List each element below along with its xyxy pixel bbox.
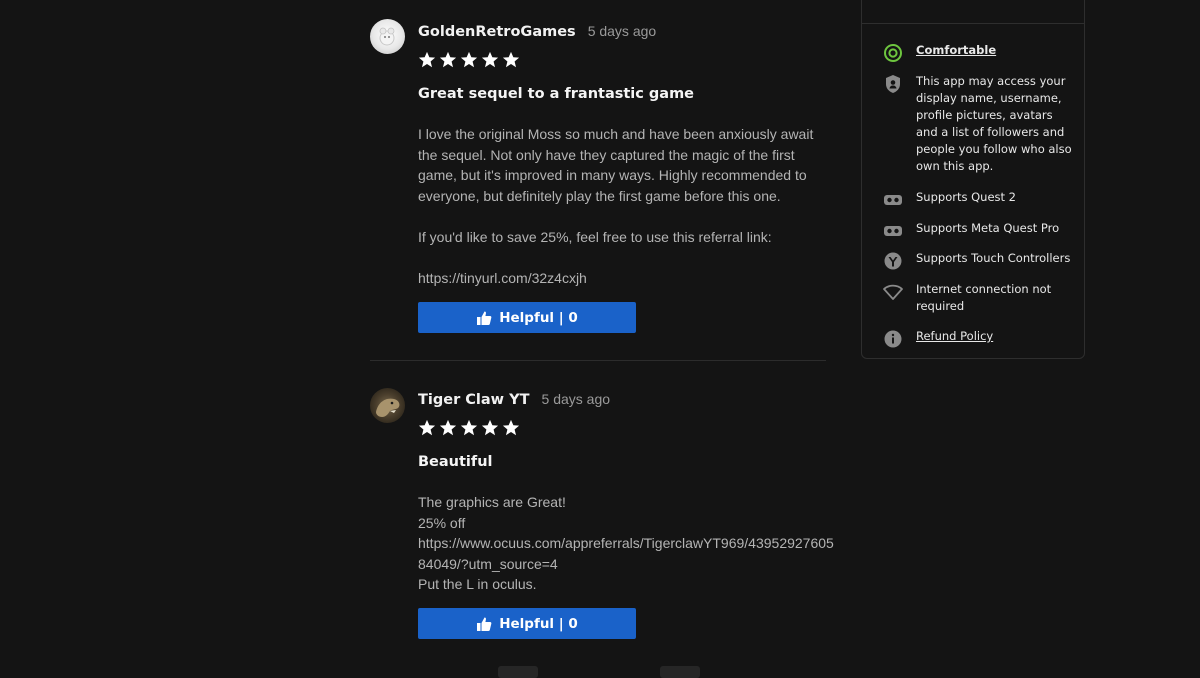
panel-divider (862, 23, 1084, 24)
review-title: Great sequel to a frantastic game (418, 86, 695, 102)
star-icon (502, 419, 520, 436)
pagination-button[interactable] (660, 666, 700, 678)
vr-headset-icon (884, 226, 902, 236)
refund-policy-link[interactable]: Refund Policy (916, 328, 1076, 345)
star-icon (481, 51, 499, 68)
avatar[interactable] (370, 388, 405, 423)
info-icon (884, 330, 902, 348)
review-title: Beautiful (418, 454, 493, 470)
star-icon (481, 419, 499, 436)
helpful-label: Helpful | 0 (499, 615, 578, 632)
supports-touch: Supports Touch Controllers (916, 251, 1071, 265)
app-details-panel: Comfortable This app may access your dis… (861, 0, 1085, 359)
pagination-button[interactable] (498, 666, 538, 678)
supports-quest-pro: Supports Meta Quest Pro (916, 221, 1060, 235)
thumbs-up-icon (477, 311, 492, 325)
thumbs-up-icon (477, 617, 492, 631)
star-icon (502, 51, 520, 68)
star-icon (418, 51, 436, 68)
touch-controller-icon (884, 252, 902, 270)
review-author[interactable]: Tiger Claw YT 5 days ago (418, 391, 610, 408)
review-date: 5 days ago (587, 23, 657, 39)
author-name[interactable]: Tiger Claw YT (418, 392, 530, 408)
author-name[interactable]: GoldenRetroGames (418, 24, 576, 40)
review-paragraph: If you'd like to save 25%, feel free to … (418, 228, 772, 245)
review-link: https://www.ocuus.com/appreferrals/Tiger… (418, 535, 834, 551)
star-icon (460, 51, 478, 68)
review-link: https://tinyurl.com/32z4cxjh (418, 269, 587, 286)
star-icon (418, 419, 436, 436)
helpful-button[interactable]: Helpful | 0 (418, 608, 636, 639)
star-icon (460, 419, 478, 436)
comfortable-ring-icon (884, 44, 902, 62)
wifi-off-icon (883, 284, 903, 300)
comfort-link[interactable]: Comfortable (916, 42, 1076, 59)
star-icon (439, 51, 457, 68)
review-paragraph: I love the original Moss so much and hav… (418, 126, 814, 204)
star-icon (439, 419, 457, 436)
review-body: The graphics are Great! 25% off https://… (418, 492, 834, 595)
review-date: 5 days ago (541, 391, 611, 407)
supports-quest2: Supports Quest 2 (916, 190, 1016, 204)
review-divider (370, 360, 826, 361)
review-body: I love the original Moss so much and hav… (418, 124, 833, 288)
vr-headset-icon (884, 195, 902, 205)
helpful-label: Helpful | 0 (499, 309, 578, 326)
helpful-button[interactable]: Helpful | 0 (418, 302, 636, 333)
star-rating (418, 419, 520, 437)
review-line: 25% off (418, 514, 466, 531)
review-line: The graphics are Great! (418, 494, 566, 510)
review-author[interactable]: GoldenRetroGames 5 days ago (418, 23, 656, 40)
avatar[interactable] (370, 19, 405, 54)
star-rating (418, 51, 520, 69)
review-line: Put the L in oculus. (418, 576, 537, 592)
internet-requirement: Internet connection not required (916, 282, 1052, 313)
review-link: 84049/?utm_source=4 (418, 555, 558, 572)
permissions-text: This app may access your display name, u… (916, 74, 1072, 173)
shield-icon (886, 75, 900, 93)
